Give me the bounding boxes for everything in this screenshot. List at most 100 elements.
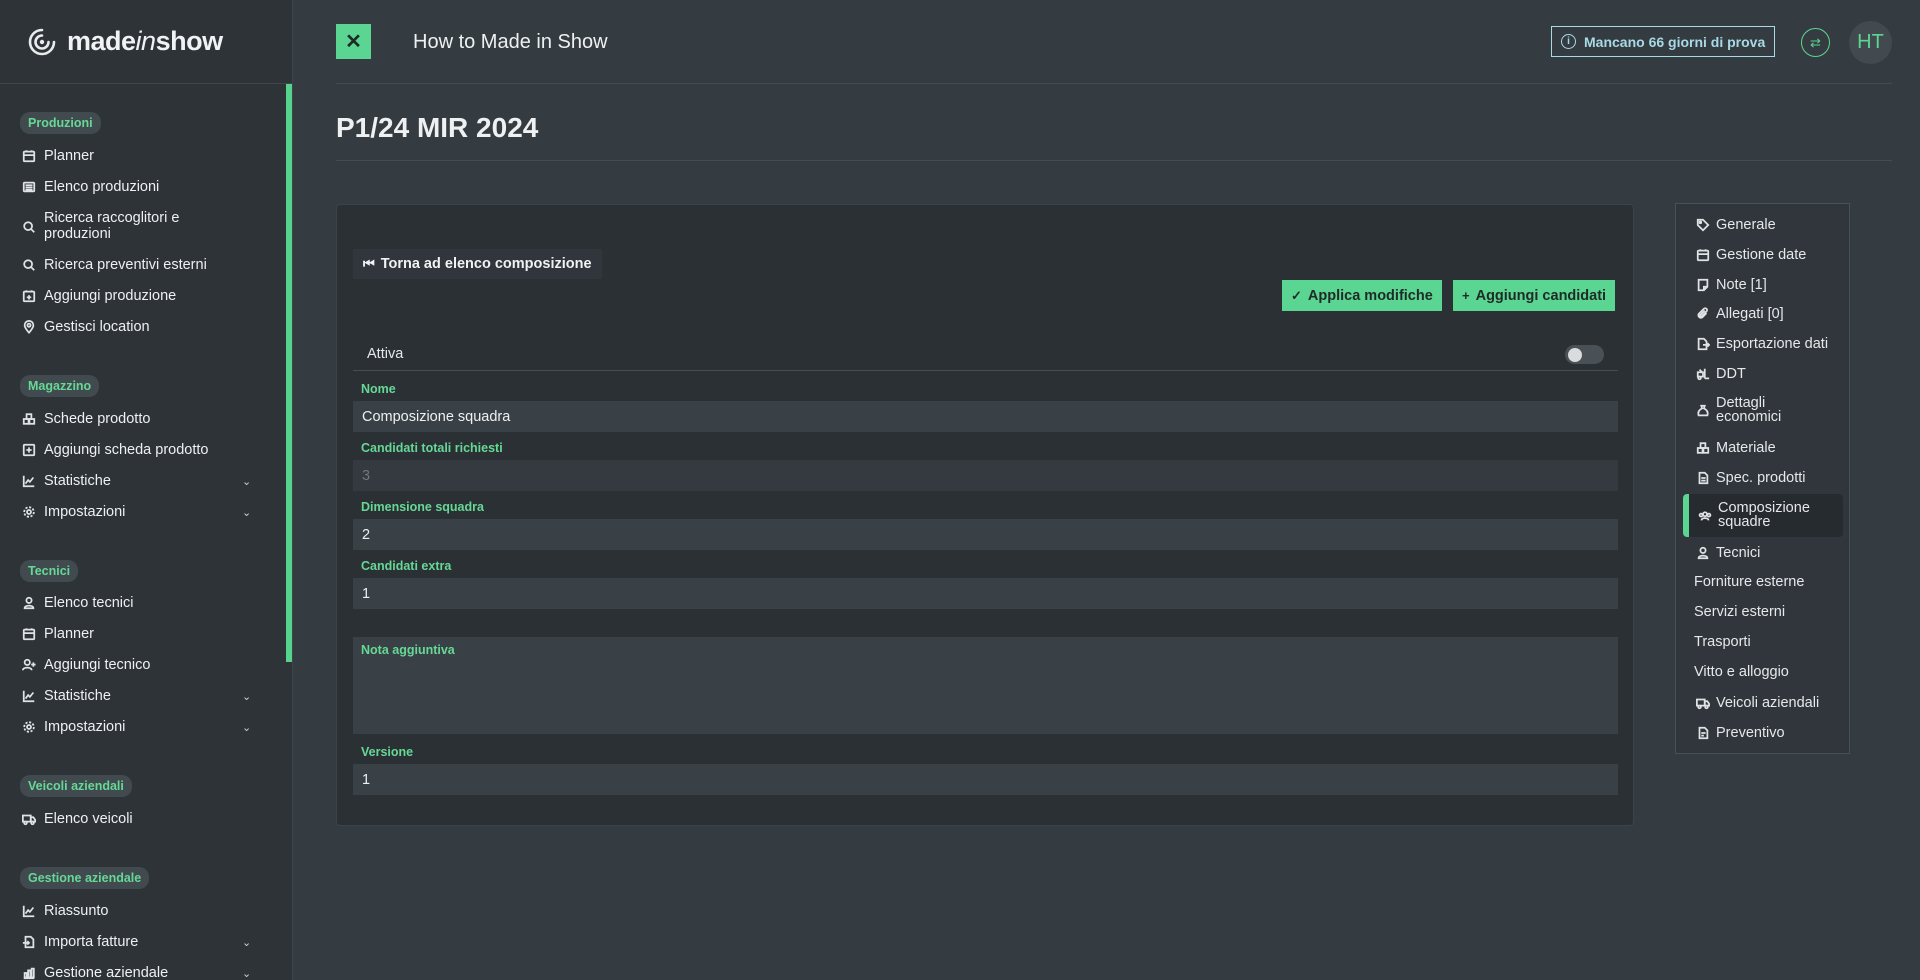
versione-field[interactable]: 1	[353, 764, 1618, 795]
nav-servizi-esterni[interactable]: Servizi esterni	[1694, 604, 1785, 620]
nav-esportazione-dati[interactable]: Esportazione dati	[1694, 335, 1828, 352]
nav-preventivo[interactable]: Preventivo	[1694, 724, 1785, 741]
file-icon	[1694, 469, 1711, 486]
info-icon: i	[1561, 34, 1576, 49]
sidebar-item-planner-tecnici[interactable]: Planner	[20, 625, 94, 643]
nav-tecnici[interactable]: Tecnici	[1694, 544, 1760, 561]
sidebar-item-label: Schede prodotto	[44, 411, 151, 427]
add-candidates-label: Aggiungi candidati	[1475, 287, 1607, 304]
nav-forniture-esterne[interactable]: Forniture esterne	[1694, 574, 1804, 590]
file-import-icon	[20, 933, 38, 951]
avatar[interactable]: HT	[1849, 21, 1892, 64]
chevron-down-icon[interactable]: ⌄	[242, 506, 251, 519]
active-toggle-label: Attiva	[367, 346, 404, 362]
nav-label: Trasporti	[1694, 634, 1751, 650]
sidebar-item-statistiche-magazzino[interactable]: Statistiche ⌄	[20, 472, 251, 490]
nav-label: Materiale	[1716, 439, 1776, 456]
app-title: How to Made in Show	[413, 31, 608, 53]
chart-bar-icon	[20, 964, 38, 980]
nav-note[interactable]: Note [1]	[1694, 276, 1767, 293]
gear-icon	[20, 503, 38, 521]
forklift-icon	[1694, 365, 1711, 382]
sidebar-item-ricerca-preventivi[interactable]: Ricerca preventivi esterni	[20, 256, 207, 274]
calendar-icon	[20, 625, 38, 643]
sidebar-item-gestisci-location[interactable]: Gestisci location	[20, 318, 150, 336]
candidati-extra-label: Candidati extra	[361, 559, 452, 573]
sidebar-item-importa-fatture[interactable]: Importa fatture ⌄	[20, 933, 251, 951]
chevron-down-icon[interactable]: ⌄	[242, 967, 251, 980]
section-badge: Tecnici	[20, 560, 79, 582]
switch-icon[interactable]: ⇄	[1801, 28, 1830, 57]
nav-materiale[interactable]: Materiale	[1694, 439, 1776, 456]
sidebar-scrollbar[interactable]	[286, 84, 292, 662]
sidebar-item-elenco-produzioni[interactable]: Elenco produzioni	[20, 178, 159, 196]
logo[interactable]: madeinshow	[0, 0, 292, 84]
sidebar-item-planner[interactable]: Planner	[20, 147, 94, 165]
active-toggle[interactable]	[1565, 345, 1604, 364]
nav-label: Preventivo	[1716, 724, 1785, 741]
sidebar-item-impostazioni-tecnici[interactable]: Impostazioni ⌄	[20, 718, 251, 736]
sidebar-item-elenco-tecnici[interactable]: Elenco tecnici	[20, 594, 133, 612]
sidebar-item-aggiungi-produzione[interactable]: Aggiungi produzione	[20, 287, 176, 305]
nav-allegati[interactable]: Allegati [0]	[1694, 305, 1784, 322]
tag-icon	[1694, 216, 1711, 233]
chevron-down-icon[interactable]: ⌄	[242, 475, 251, 488]
candidati-totali-field: 3	[353, 460, 1618, 491]
sidebar-item-impostazioni-magazzino[interactable]: Impostazioni ⌄	[20, 503, 251, 521]
sidebar-item-aggiungi-tecnico[interactable]: Aggiungi tecnico	[20, 656, 150, 674]
chevron-down-icon[interactable]: ⌄	[242, 721, 251, 734]
nav-gestione-date[interactable]: Gestione date	[1694, 246, 1806, 263]
sidebar-item-aggiungi-scheda[interactable]: Aggiungi scheda prodotto	[20, 441, 208, 459]
chart-line-icon	[20, 687, 38, 705]
chart-line-icon	[20, 472, 38, 490]
nav-ddt[interactable]: DDT	[1694, 365, 1746, 382]
nav-label: DDT	[1716, 365, 1746, 382]
nome-label: Nome	[361, 382, 396, 396]
sidebar-item-statistiche-tecnici[interactable]: Statistiche ⌄	[20, 687, 251, 705]
sidebar-item-gestione-aziendale[interactable]: Gestione aziendale ⌄	[20, 964, 251, 980]
calendar-plus-icon	[20, 287, 38, 305]
nav-veicoli-aziendali[interactable]: Veicoli aziendali	[1694, 694, 1819, 711]
nav-vitto-alloggio[interactable]: Vitto e alloggio	[1694, 664, 1789, 680]
apply-changes-label: Applica modifiche	[1307, 287, 1433, 304]
nav-dettagli-economici[interactable]: Dettagli economici	[1694, 396, 1826, 424]
search-icon	[20, 218, 38, 236]
dimensione-squadra-field[interactable]: 2	[353, 519, 1618, 550]
truck-icon	[20, 810, 38, 828]
list-icon	[20, 178, 38, 196]
section-badge: Gestione aziendale	[20, 867, 150, 889]
sidebar-item-elenco-veicoli[interactable]: Elenco veicoli	[20, 810, 133, 828]
sidebar-item-riassunto[interactable]: Riassunto	[20, 902, 108, 920]
nav-label: Veicoli aziendali	[1716, 694, 1820, 711]
back-to-list-button[interactable]: ⏮ Torna ad elenco composizione	[353, 249, 602, 279]
nota-aggiuntiva-field[interactable]: Nota aggiuntiva	[353, 637, 1618, 734]
money-bag-icon	[1694, 402, 1711, 419]
sidebar-item-ricerca-raccoglitori[interactable]: Ricerca raccoglitori e produzioni	[20, 210, 240, 242]
sidebar: madeinshow Produzioni Planner Elenco pro…	[0, 0, 293, 980]
sidebar-item-schede-prodotto[interactable]: Schede prodotto	[20, 410, 150, 428]
paperclip-icon	[1694, 305, 1711, 322]
chevron-down-icon[interactable]: ⌄	[242, 936, 251, 949]
add-candidates-button[interactable]: + Aggiungi candidati	[1453, 280, 1616, 311]
trial-badge[interactable]: i Mancano 66 giorni di prova	[1551, 26, 1776, 57]
section-magazzino: Magazzino	[20, 375, 100, 397]
close-button[interactable]: ✕	[336, 24, 371, 59]
nav-spec-prodotti[interactable]: Spec. prodotti	[1694, 469, 1805, 486]
active-toggle-row: Attiva	[353, 339, 1618, 371]
nav-trasporti[interactable]: Trasporti	[1694, 634, 1751, 650]
sidebar-item-label: Aggiungi scheda prodotto	[44, 442, 209, 458]
candidati-extra-field[interactable]: 1	[353, 578, 1618, 609]
sidebar-item-label: Riassunto	[44, 903, 109, 919]
trial-text: Mancano 66 giorni di prova	[1584, 33, 1766, 50]
chevron-down-icon[interactable]: ⌄	[242, 690, 251, 703]
boxes-icon	[1694, 439, 1711, 456]
nome-field[interactable]: Composizione squadra	[353, 401, 1618, 432]
user-icon	[20, 594, 38, 612]
plus-icon: +	[1462, 288, 1470, 303]
sidebar-item-label: Importa fatture	[44, 934, 139, 950]
apply-changes-button[interactable]: ✓ Applica modifiche	[1282, 280, 1442, 311]
brand-name: madeinshow	[67, 26, 223, 56]
nav-label: Dettagli economici	[1716, 395, 1782, 425]
nav-composizione-squadre[interactable]: Composizione squadre	[1696, 501, 1828, 529]
nav-generale[interactable]: Generale	[1694, 216, 1776, 233]
